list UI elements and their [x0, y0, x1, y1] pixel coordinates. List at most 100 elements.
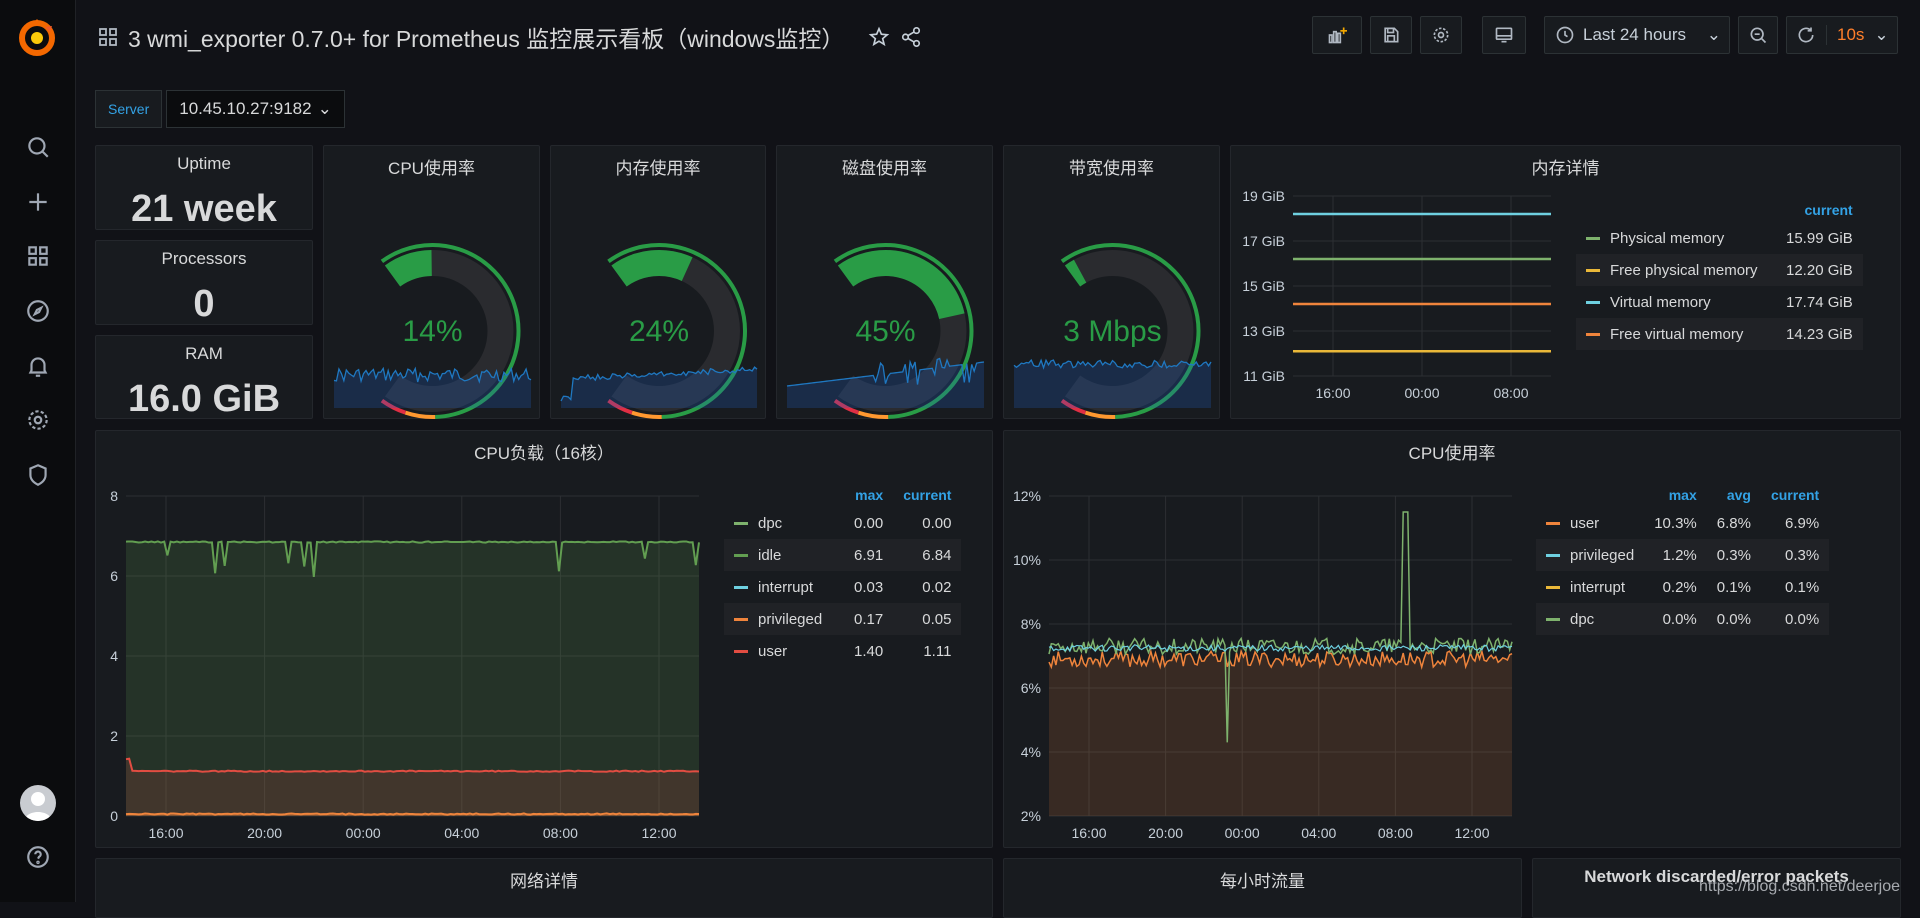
legend-avg-value: 6.8%	[1707, 507, 1761, 539]
x-tick-label: 04:00	[1301, 825, 1336, 841]
search-icon[interactable]	[22, 131, 54, 163]
gauge-value: 45%	[855, 315, 915, 348]
grafana-logo-icon[interactable]	[14, 14, 60, 60]
legend-current-value: 15.99 GiB	[1776, 222, 1863, 254]
y-tick-label: 8%	[1021, 616, 1041, 632]
stat-value: 16.0 GiB	[96, 378, 312, 421]
add-panel-button[interactable]	[1312, 16, 1362, 54]
y-tick-label: 10%	[1013, 552, 1041, 568]
share-icon[interactable]	[900, 26, 922, 48]
topbar: 3 wmi_exporter 0.7.0+ for Prometheus 监控展…	[76, 0, 1920, 70]
y-tick-label: 4%	[1021, 744, 1041, 760]
x-tick-label: 00:00	[1404, 385, 1439, 401]
legend-item[interactable]: dpc0.0%0.0%0.0%	[1536, 603, 1829, 635]
legend-swatch	[1586, 333, 1600, 336]
refresh-interval: 10s	[1826, 25, 1864, 45]
settings-gear-icon[interactable]	[22, 404, 54, 436]
x-tick-label: 16:00	[148, 825, 183, 841]
chevron-down-icon: ⌄	[1874, 25, 1888, 45]
dashboard-title[interactable]: 3 wmi_exporter 0.7.0+ for Prometheus 监控展…	[128, 20, 844, 54]
x-tick-label: 20:00	[247, 825, 282, 841]
dashboards-icon[interactable]	[22, 240, 54, 272]
zoom-out-button[interactable]	[1738, 16, 1778, 54]
memory-legend: current Physical memory15.99 GiBFree phy…	[1576, 198, 1863, 350]
shield-icon[interactable]	[22, 459, 54, 491]
legend-item[interactable]: interrupt0.030.02	[724, 571, 961, 603]
tv-mode-button[interactable]	[1482, 16, 1526, 54]
save-dashboard-button[interactable]	[1370, 16, 1412, 54]
legend-current-value: 17.74 GiB	[1776, 286, 1863, 318]
legend-item[interactable]: Free physical memory12.20 GiB	[1576, 254, 1863, 286]
cpu-usage-panel[interactable]: CPU使用率 2%4%6%8%10%12%16:0020:0000:0004:0…	[1003, 430, 1901, 848]
legend-item[interactable]: dpc0.000.00	[724, 507, 961, 539]
stat-value: 0	[96, 283, 312, 326]
legend-item[interactable]: Virtual memory17.74 GiB	[1576, 286, 1863, 318]
avatar[interactable]	[20, 785, 56, 821]
legend-item[interactable]: Free virtual memory14.23 GiB	[1576, 318, 1863, 350]
y-tick-label: 12%	[1013, 488, 1041, 504]
memory-chart: 11 GiB13 GiB15 GiB17 GiB19 GiB16:0000:00…	[1231, 156, 1571, 416]
network-detail-panel[interactable]: 网络详情	[95, 858, 993, 918]
legend-avg-value: 0.1%	[1707, 571, 1761, 603]
legend-item[interactable]: user1.401.11	[724, 635, 961, 667]
gauge-fill	[393, 263, 432, 276]
legend-item[interactable]: Physical memory15.99 GiB	[1576, 222, 1863, 254]
alerting-bell-icon[interactable]	[22, 350, 54, 382]
legend-max-value: 10.3%	[1644, 507, 1707, 539]
gauge-panel-disk[interactable]: 磁盘使用率 45%	[776, 145, 993, 419]
stat-panel-ram[interactable]: RAM 16.0 GiB	[95, 335, 313, 419]
memory-detail-panel[interactable]: 内存详情 11 GiB13 GiB15 GiB17 GiB19 GiB16:00…	[1230, 145, 1901, 419]
series-line	[126, 813, 699, 814]
gauge-panel-bandwidth[interactable]: 带宽使用率 3 Mbps	[1003, 145, 1220, 419]
legend-item[interactable]: privileged1.2%0.3%0.3%	[1536, 539, 1829, 571]
time-range-picker[interactable]: Last 24 hours ⌄	[1544, 16, 1730, 54]
legend-item[interactable]: interrupt0.2%0.1%0.1%	[1536, 571, 1829, 603]
legend-header-max: max	[1644, 483, 1707, 507]
legend-current-value: 0.0%	[1761, 603, 1829, 635]
cpu-load-panel[interactable]: CPU负载（16核） 0246816:0020:0000:0004:0008:0…	[95, 430, 993, 848]
hourly-traffic-panel[interactable]: 每小时流量	[1003, 858, 1522, 918]
refresh-picker[interactable]: 10s ⌄	[1786, 16, 1898, 54]
help-icon[interactable]	[22, 841, 54, 873]
star-icon[interactable]	[868, 26, 890, 48]
x-tick-label: 20:00	[1148, 825, 1183, 841]
stat-panel-uptime[interactable]: Uptime 21 week	[95, 145, 313, 230]
legend-current-value: 0.1%	[1761, 571, 1829, 603]
y-tick-label: 4	[110, 648, 118, 664]
explore-compass-icon[interactable]	[22, 295, 54, 327]
gauge-fill	[846, 263, 952, 316]
x-tick-label: 00:00	[1225, 825, 1260, 841]
gauge-value: 3 Mbps	[1063, 315, 1161, 348]
gauge-threshold-orange	[632, 413, 662, 417]
legend-avg-value: 0.3%	[1707, 539, 1761, 571]
panel-title: Uptime	[96, 154, 312, 174]
legend-item[interactable]: idle6.916.84	[724, 539, 961, 571]
legend-avg-value: 0.0%	[1707, 603, 1761, 635]
stat-panel-processors[interactable]: Processors 0	[95, 240, 313, 325]
x-tick-label: 12:00	[641, 825, 676, 841]
gauge: 24%	[551, 146, 767, 420]
legend-series-name: Physical memory	[1576, 222, 1776, 254]
gauge-panel-cpu[interactable]: CPU使用率 14%	[323, 145, 540, 419]
dashboard-settings-button[interactable]	[1420, 16, 1462, 54]
legend-series-name: dpc	[724, 507, 844, 539]
series-area	[1049, 651, 1512, 816]
server-variable-select[interactable]: 10.45.10.27:9182 ⌄	[166, 90, 345, 128]
legend-item[interactable]: user10.3%6.8%6.9%	[1536, 507, 1829, 539]
gauge-value: 14%	[402, 315, 462, 348]
gauge: 3 Mbps	[1004, 146, 1221, 420]
variable-label: Server	[95, 90, 162, 128]
legend-max-value: 6.91	[844, 539, 893, 571]
y-tick-label: 0	[110, 808, 118, 824]
x-tick-label: 04:00	[444, 825, 479, 841]
legend-item[interactable]: privileged0.170.05	[724, 603, 961, 635]
x-tick-label: 08:00	[543, 825, 578, 841]
legend-series-name: user	[724, 635, 844, 667]
legend-swatch	[1586, 237, 1600, 240]
legend-swatch	[1546, 586, 1560, 589]
refresh-icon[interactable]	[1796, 25, 1816, 45]
plus-icon[interactable]	[22, 186, 54, 218]
gauge-panel-memory[interactable]: 内存使用率 24%	[550, 145, 766, 419]
cpu-load-chart: 0246816:0020:0000:0004:0008:0012:00	[96, 441, 706, 841]
legend-header-avg: avg	[1707, 483, 1761, 507]
